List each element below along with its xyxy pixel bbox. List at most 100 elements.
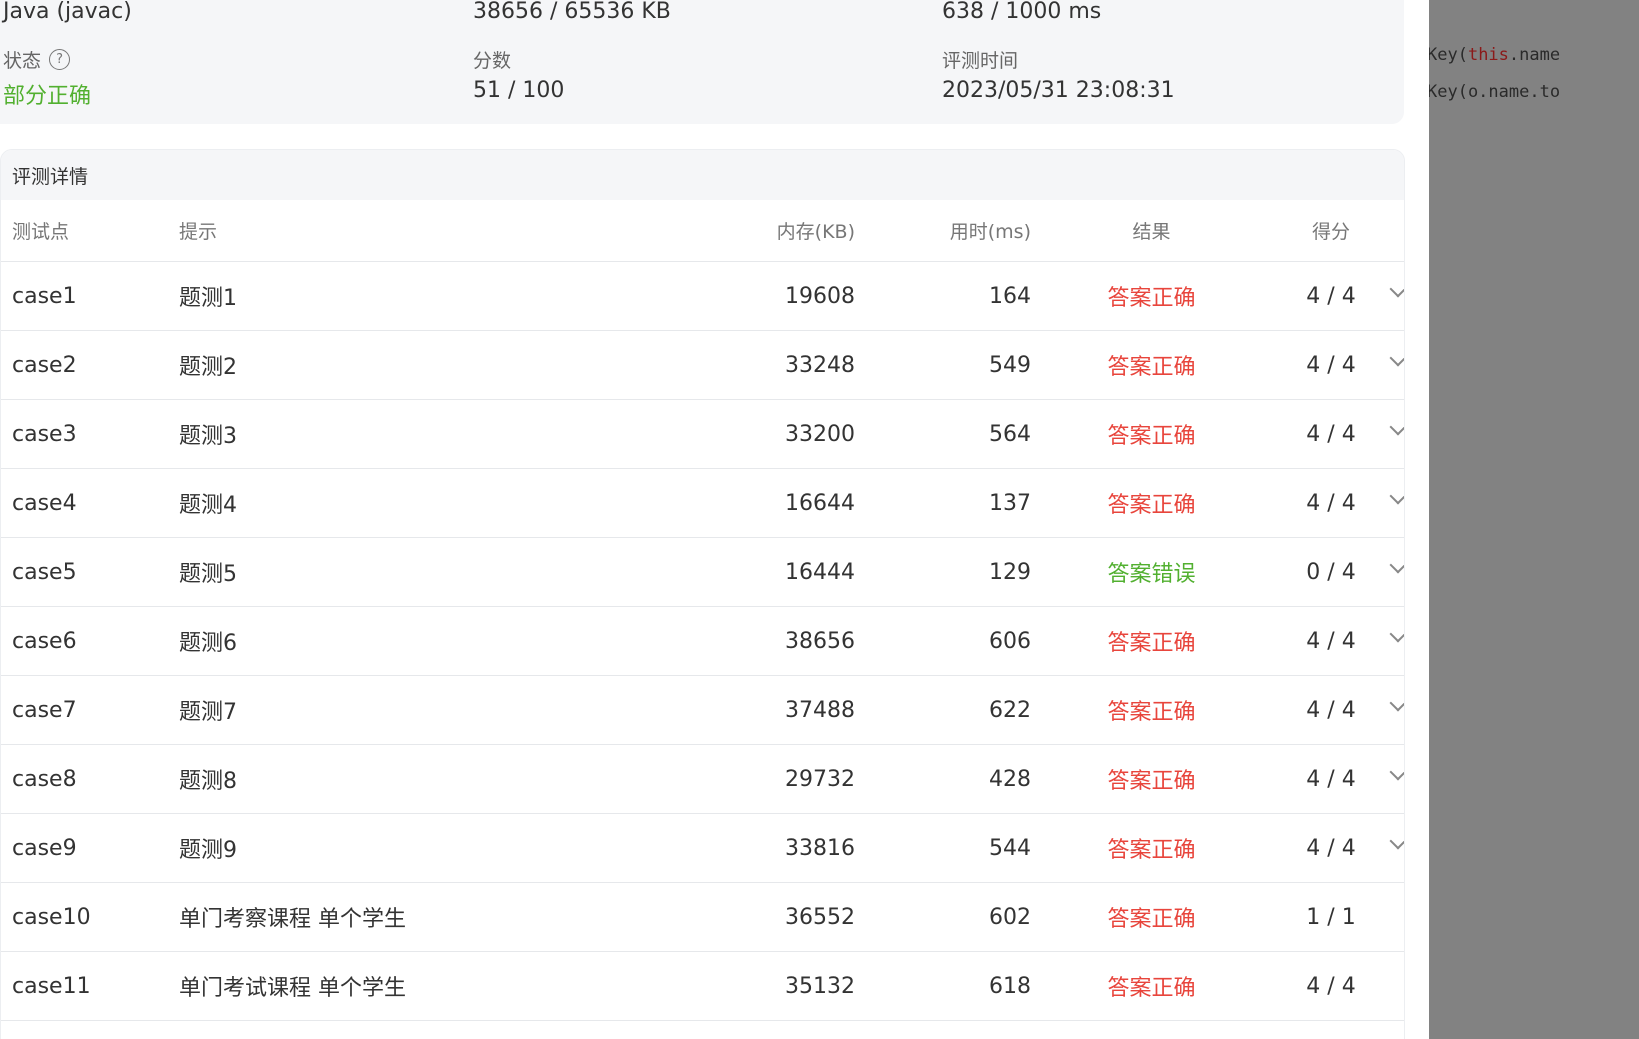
code-line-2: Key(o.name.to bbox=[1429, 82, 1561, 102]
chevron-down-icon[interactable] bbox=[1389, 280, 1404, 297]
case-score: 0 / 4 bbox=[1272, 537, 1390, 607]
chevron-down-icon[interactable] bbox=[1389, 694, 1404, 711]
case-expand[interactable] bbox=[1389, 261, 1404, 331]
case-expand[interactable] bbox=[1389, 744, 1404, 814]
table-row[interactable]: case7 题测7 37488 622 答案正确 4 / 4 bbox=[1, 675, 1404, 745]
help-icon[interactable]: ? bbox=[49, 49, 71, 70]
code-line-1-suffix: .name bbox=[1508, 45, 1561, 65]
chevron-down-icon[interactable] bbox=[1389, 556, 1404, 573]
case-expand[interactable] bbox=[1389, 675, 1404, 745]
chevron-down-icon[interactable] bbox=[1389, 418, 1404, 435]
column-header-time: 用时(ms) bbox=[855, 200, 1031, 262]
case-id: case1 bbox=[1, 261, 179, 331]
case-memory: 37488 bbox=[599, 675, 855, 745]
case-memory: 19608 bbox=[599, 261, 855, 331]
case-score: 4 / 4 bbox=[1272, 468, 1390, 538]
case-hint: 题测8 bbox=[179, 744, 599, 814]
case-expand[interactable] bbox=[1389, 606, 1404, 676]
case-hint: 题测4 bbox=[179, 468, 599, 538]
table-row[interactable]: case5 题测5 16444 129 答案错误 0 / 4 bbox=[1, 537, 1404, 607]
column-header-memory: 内存(KB) bbox=[599, 200, 855, 262]
case-memory: 38656 bbox=[599, 606, 855, 676]
case-time: 622 bbox=[855, 675, 1031, 745]
case-id: case10 bbox=[1, 882, 179, 952]
submission-detail-page: Java (javac) 38656 / 65536 KB 638 / 1000… bbox=[0, 0, 1639, 1039]
case-expand bbox=[1390, 882, 1404, 952]
case-id: case5 bbox=[1, 537, 179, 607]
code-line-1: Key(this.name bbox=[1429, 45, 1560, 65]
table-row[interactable]: case4 题测4 16644 137 答案正确 4 / 4 bbox=[1, 468, 1404, 538]
case-result: 答案正确 bbox=[1031, 882, 1272, 952]
case-hint: 单门考察课程 单个学生 bbox=[179, 882, 599, 952]
case-expand[interactable] bbox=[1389, 468, 1404, 538]
case-id: case7 bbox=[1, 675, 179, 745]
case-hint: 题测7 bbox=[179, 675, 599, 745]
score-label: 分数 bbox=[473, 50, 512, 72]
case-id: case8 bbox=[1, 744, 179, 814]
table-row[interactable]: case2 题测2 33248 549 答案正确 4 / 4 bbox=[1, 330, 1404, 400]
case-score: 4 / 4 bbox=[1272, 399, 1390, 469]
case-hint: 题测2 bbox=[179, 330, 599, 400]
case-result: 答案错误 bbox=[1031, 537, 1272, 607]
case-hint: 题测6 bbox=[179, 606, 599, 676]
case-expand[interactable] bbox=[1389, 399, 1404, 469]
column-header-id: 测试点 bbox=[1, 200, 179, 262]
table-row[interactable]: case8 题测8 29732 428 答案正确 4 / 4 bbox=[1, 744, 1404, 814]
case-score: 4 / 4 bbox=[1272, 261, 1390, 331]
case-time: 137 bbox=[855, 468, 1031, 538]
case-time: 618 bbox=[855, 951, 1031, 1021]
column-header-result: 结果 bbox=[1031, 200, 1272, 262]
case-memory: 36552 bbox=[599, 882, 855, 952]
case-score: 4 / 4 bbox=[1272, 675, 1390, 745]
case-id: case9 bbox=[1, 813, 179, 883]
case-memory: 33816 bbox=[599, 813, 855, 883]
case-result: 答案正确 bbox=[1031, 675, 1272, 745]
case-expand[interactable] bbox=[1389, 813, 1404, 883]
case-hint: 题测3 bbox=[179, 399, 599, 469]
chevron-down-icon[interactable] bbox=[1389, 349, 1404, 366]
test-case-rows: case1 题测1 19608 164 答案正确 4 / 4 case2 题测2 33248 54… bbox=[1, 261, 1404, 1021]
score-value: 51 / 100 bbox=[473, 78, 565, 103]
case-time: 428 bbox=[855, 744, 1031, 814]
case-time: 602 bbox=[855, 882, 1031, 952]
column-header-expand bbox=[1390, 200, 1404, 262]
case-memory: 16644 bbox=[599, 468, 855, 538]
chevron-down-icon[interactable] bbox=[1389, 763, 1404, 780]
case-hint: 题测5 bbox=[179, 537, 599, 607]
time-value: 638 / 1000 ms bbox=[942, 0, 1102, 24]
case-result: 答案正确 bbox=[1031, 399, 1272, 469]
judge-time-value: 2023/05/31 23:08:31 bbox=[942, 78, 1175, 103]
case-expand bbox=[1390, 951, 1404, 1021]
case-expand[interactable] bbox=[1389, 330, 1404, 400]
submission-summary: Java (javac) 38656 / 65536 KB 638 / 1000… bbox=[0, 0, 1404, 124]
case-memory: 33248 bbox=[599, 330, 855, 400]
chevron-down-icon[interactable] bbox=[1389, 832, 1404, 849]
chevron-down-icon[interactable] bbox=[1389, 625, 1404, 642]
judge-details-title: 评测详情 bbox=[1, 150, 1404, 200]
case-expand[interactable] bbox=[1389, 537, 1404, 607]
chevron-down-icon[interactable] bbox=[1389, 487, 1404, 504]
table-row[interactable]: case9 题测9 33816 544 答案正确 4 / 4 bbox=[1, 813, 1404, 883]
case-time: 129 bbox=[855, 537, 1031, 607]
case-id: case2 bbox=[1, 330, 179, 400]
column-header-hint: 提示 bbox=[179, 200, 599, 262]
case-id: case6 bbox=[1, 606, 179, 676]
case-result: 答案正确 bbox=[1031, 468, 1272, 538]
case-score: 1 / 1 bbox=[1272, 882, 1390, 952]
case-score: 4 / 4 bbox=[1272, 330, 1390, 400]
case-time: 544 bbox=[855, 813, 1031, 883]
case-score: 4 / 4 bbox=[1272, 813, 1390, 883]
case-result: 答案正确 bbox=[1031, 744, 1272, 814]
table-row[interactable]: case1 题测1 19608 164 答案正确 4 / 4 bbox=[1, 261, 1404, 331]
language-value: Java (javac) bbox=[3, 0, 132, 24]
table-row[interactable]: case3 题测3 33200 564 答案正确 4 / 4 bbox=[1, 399, 1404, 469]
table-row[interactable]: case6 题测6 38656 606 答案正确 4 / 4 bbox=[1, 606, 1404, 676]
column-header-score: 得分 bbox=[1272, 200, 1390, 262]
case-result: 答案正确 bbox=[1031, 813, 1272, 883]
case-score: 4 / 4 bbox=[1272, 744, 1390, 814]
judge-time-label: 评测时间 bbox=[942, 50, 1019, 72]
status-value: 部分正确 bbox=[3, 84, 92, 109]
case-result: 答案正确 bbox=[1031, 951, 1272, 1021]
code-line-1-keyword: this bbox=[1467, 45, 1509, 65]
case-memory: 16444 bbox=[599, 537, 855, 607]
